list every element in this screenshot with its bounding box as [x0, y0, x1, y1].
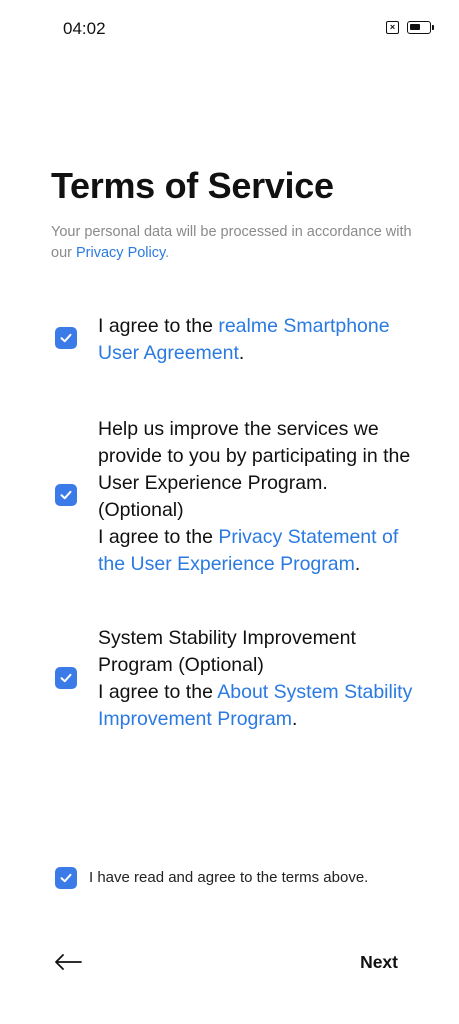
checkmark-icon [60, 333, 72, 343]
subtitle-suffix: . [165, 245, 170, 261]
checkmark-icon [60, 873, 72, 883]
agree-prefix: I agree to the [98, 681, 218, 703]
arrow-left-icon [55, 954, 82, 970]
checkmark-icon [60, 490, 72, 500]
terms-of-service-screen: 04:02 × Terms of Service Your personal d… [0, 0, 459, 1024]
status-time: 04:02 [63, 19, 106, 38]
user-experience-text: Help us improve the services we provide … [98, 416, 418, 578]
page-title: Terms of Service [51, 165, 334, 206]
privacy-policy-link[interactable]: Privacy Policy [76, 245, 165, 261]
agree-prefix: I agree to the [98, 526, 219, 548]
agree-suffix: . [291, 708, 298, 730]
system-stability-checkbox[interactable] [55, 667, 77, 689]
user-experience-checkbox[interactable] [55, 484, 77, 506]
status-icons: × [386, 21, 434, 34]
agree-suffix: . [354, 553, 361, 575]
status-bar: 04:02 × [0, 0, 459, 56]
agree-prefix: I agree to the [98, 315, 219, 337]
back-button[interactable] [52, 948, 84, 976]
page-subtitle: Your personal data will be processed in … [51, 222, 421, 264]
user-experience-intro: Help us improve the services we provide … [98, 418, 411, 521]
system-stability-text: System Stability Improvement Program (Op… [98, 625, 418, 733]
checkmark-icon [60, 673, 72, 683]
user-agreement-text: I agree to the realme Smartphone User Ag… [98, 313, 418, 367]
agree-all-checkbox[interactable] [55, 867, 77, 889]
sim-off-icon: × [386, 21, 399, 34]
user-agreement-checkbox[interactable] [55, 327, 77, 349]
agree-all-label[interactable]: I have read and agree to the terms above… [89, 869, 368, 886]
next-button[interactable]: Next [360, 952, 398, 973]
battery-icon [407, 21, 434, 34]
agree-suffix: . [238, 342, 245, 364]
system-stability-intro: System Stability Improvement Program (Op… [98, 627, 356, 676]
